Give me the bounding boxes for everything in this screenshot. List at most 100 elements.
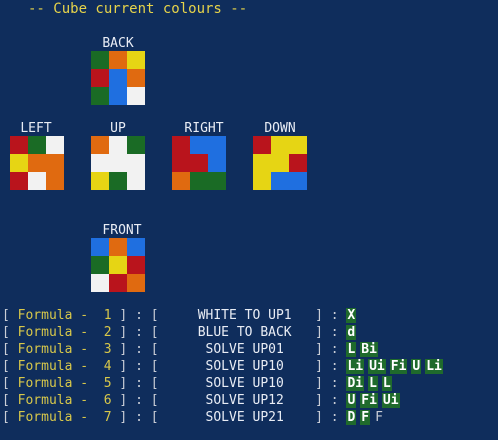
face-label-front: FRONT bbox=[102, 223, 142, 238]
facelet bbox=[289, 136, 307, 154]
formula-moves: Li Ui Fi U Li bbox=[346, 359, 446, 374]
face-label-back: BACK bbox=[102, 36, 134, 51]
facelet bbox=[190, 172, 208, 190]
formula-desc-pad bbox=[292, 308, 308, 323]
formula-desc-pad bbox=[284, 342, 307, 357]
formula-line: [ Formula - 7 ] : [ SOLVE UP21 ] : DFF bbox=[2, 409, 388, 426]
formula-spacer bbox=[88, 376, 104, 391]
formula-number: 2 bbox=[103, 325, 112, 340]
formula-number: 3 bbox=[103, 342, 112, 357]
move-token: Li bbox=[425, 359, 443, 374]
formula-description: SOLVE UP10 bbox=[205, 359, 284, 374]
move-token: L bbox=[346, 342, 357, 357]
formula-desc-pad bbox=[182, 393, 205, 408]
bracket-close: ] : bbox=[307, 325, 347, 340]
formula-desc-pad bbox=[182, 359, 205, 374]
move-token: Ui bbox=[381, 393, 400, 408]
bracket-open: [ bbox=[2, 359, 18, 374]
formula-spacer bbox=[88, 393, 104, 408]
move-token: Li bbox=[346, 359, 365, 374]
face-up bbox=[91, 136, 145, 190]
formula-description: SOLVE UP10 bbox=[205, 376, 284, 391]
formula-label: Formula - bbox=[17, 359, 89, 374]
move-token: Fi bbox=[360, 393, 378, 408]
facelet bbox=[91, 69, 109, 87]
facelet bbox=[28, 172, 46, 190]
face-left bbox=[10, 136, 64, 190]
formula-description: WHITE TO UP1 bbox=[197, 308, 292, 323]
formula-line: [ Formula - 3 ] : [ SOLVE UP01 ] : L Bi bbox=[2, 341, 382, 358]
formula-moves: Di L L bbox=[346, 376, 395, 391]
bracket-close: ] : bbox=[307, 376, 347, 391]
move-token: Bi bbox=[360, 342, 378, 357]
facelet bbox=[91, 51, 109, 69]
facelet bbox=[28, 136, 46, 154]
facelet bbox=[10, 172, 28, 190]
facelet bbox=[28, 154, 46, 172]
formula-line: [ Formula - 2 ] : [ BLUE TO BACK ] : d bbox=[2, 324, 360, 341]
move-token: L bbox=[381, 376, 392, 391]
bracket-open: [ bbox=[2, 342, 18, 357]
facelet bbox=[271, 172, 289, 190]
formula-label: Formula - bbox=[17, 342, 89, 357]
facelet bbox=[190, 154, 208, 172]
formula-number: 5 bbox=[103, 376, 112, 391]
facelet bbox=[127, 274, 145, 292]
bracket-close: ] : bbox=[307, 308, 347, 323]
facelet bbox=[109, 69, 127, 87]
facelet bbox=[289, 172, 307, 190]
formula-number: 4 bbox=[103, 359, 112, 374]
formula-label: Formula - bbox=[17, 308, 89, 323]
facelet bbox=[172, 136, 190, 154]
formula-desc-pad bbox=[182, 376, 205, 391]
bracket-open: [ bbox=[2, 376, 18, 391]
facelet bbox=[127, 256, 145, 274]
facelet bbox=[46, 136, 64, 154]
face-label-right: RIGHT bbox=[184, 121, 224, 136]
facelet bbox=[109, 172, 127, 190]
facelet bbox=[46, 154, 64, 172]
bracket-sep: ] : [ bbox=[111, 393, 183, 408]
facelet bbox=[91, 87, 109, 105]
formula-desc-pad bbox=[284, 376, 307, 391]
formula-number: 1 bbox=[103, 308, 112, 323]
facelet bbox=[127, 51, 145, 69]
formula-number: 6 bbox=[103, 393, 112, 408]
formula-line: [ Formula - 1 ] : [ WHITE TO UP1 ] : X bbox=[2, 307, 360, 324]
formula-desc-pad bbox=[182, 410, 205, 425]
facelet bbox=[172, 154, 190, 172]
facelet bbox=[253, 154, 271, 172]
face-back bbox=[91, 51, 145, 105]
face-front bbox=[91, 238, 145, 292]
formula-desc-pad bbox=[182, 308, 198, 323]
bracket-close: ] : bbox=[307, 393, 347, 408]
formula-label: Formula - bbox=[17, 376, 89, 391]
face-label-up: UP bbox=[110, 121, 126, 136]
facelet bbox=[253, 172, 271, 190]
face-label-down: DOWN bbox=[264, 121, 296, 136]
facelet bbox=[91, 136, 109, 154]
move-token: U bbox=[346, 393, 357, 408]
bracket-open: [ bbox=[2, 393, 18, 408]
bracket-sep: ] : [ bbox=[111, 325, 183, 340]
facelet bbox=[109, 274, 127, 292]
facelet bbox=[190, 136, 208, 154]
facelet bbox=[271, 136, 289, 154]
formula-desc-pad bbox=[182, 325, 198, 340]
bracket-open: [ bbox=[2, 410, 18, 425]
formula-moves: X bbox=[346, 308, 360, 323]
bracket-close: ] : bbox=[307, 410, 347, 425]
facelet bbox=[127, 238, 145, 256]
facelet bbox=[46, 172, 64, 190]
formula-moves: d bbox=[346, 325, 360, 340]
move-token: U bbox=[411, 359, 422, 374]
move-token: Fi bbox=[389, 359, 408, 374]
move-token: Ui bbox=[368, 359, 386, 374]
facelet bbox=[10, 136, 28, 154]
formula-spacer bbox=[88, 410, 104, 425]
formula-label: Formula - bbox=[17, 393, 89, 408]
move-token: F bbox=[360, 410, 371, 425]
formula-description: SOLVE UP12 bbox=[205, 393, 284, 408]
facelet bbox=[109, 87, 127, 105]
face-right bbox=[172, 136, 226, 190]
